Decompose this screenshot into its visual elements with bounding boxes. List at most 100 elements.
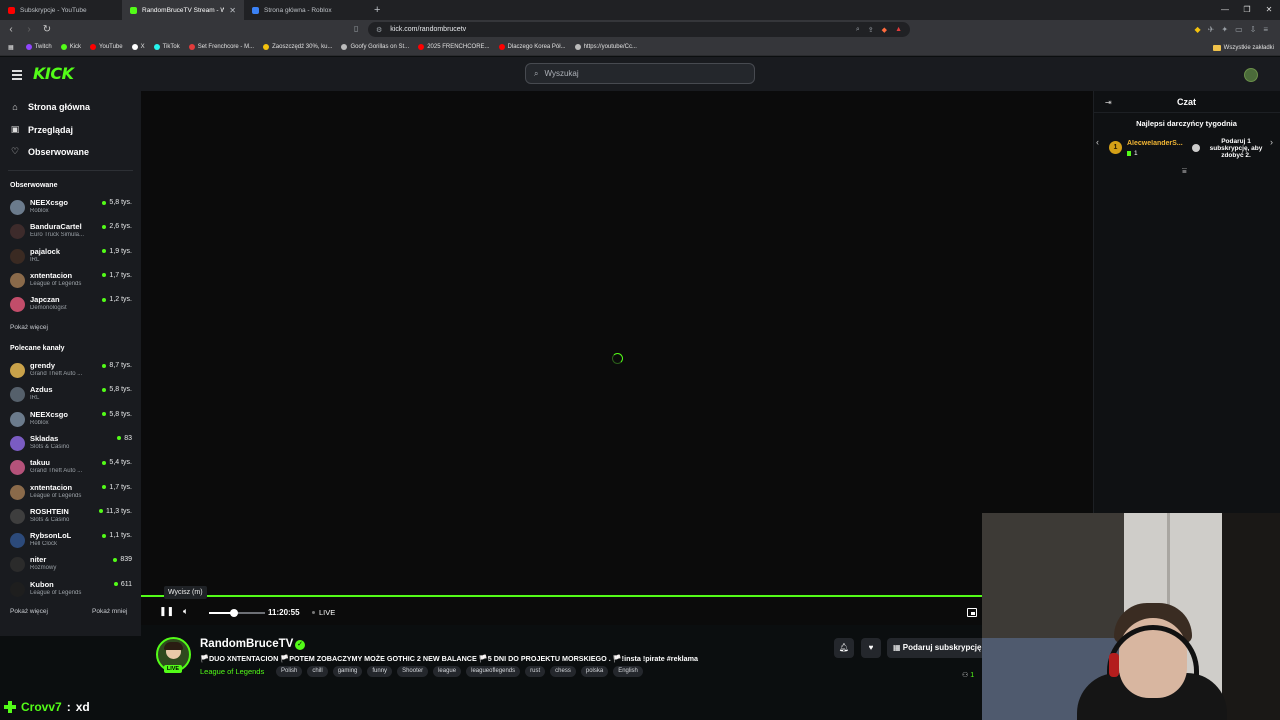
- sidebar-channel-item[interactable]: NEEXcsgo Roblox 5,8 tys.: [10, 197, 132, 219]
- tag-chip[interactable]: chess: [550, 666, 576, 677]
- follow-button[interactable]: ♥: [861, 638, 881, 658]
- share-icon[interactable]: ⇪: [868, 26, 874, 34]
- puzzle-icon[interactable]: ✦: [1221, 25, 1228, 34]
- bookmark-item[interactable]: https://youtube/Cc...: [574, 44, 637, 50]
- bookmark-item[interactable]: Dlaczego Korea Pół...: [498, 44, 566, 50]
- bookmark-icon[interactable]: ▯: [354, 24, 358, 33]
- tag-chip[interactable]: polska: [580, 666, 609, 677]
- minimize-icon[interactable]: —: [1214, 0, 1236, 20]
- maximize-icon[interactable]: ❐: [1236, 0, 1258, 20]
- bookmark-item[interactable]: Set Frenchcore - M...: [188, 44, 254, 50]
- download-icon[interactable]: ⇩: [1250, 25, 1257, 34]
- sidebar-channel-item[interactable]: pajalock IRL 1,9 tys.: [10, 246, 132, 268]
- sidebar-channel-item[interactable]: takuu Grand Theft Auto ... 5,4 tys.: [10, 457, 132, 479]
- twitch-icon: [25, 44, 32, 50]
- chat-filter-icon[interactable]: ⩸: [1182, 166, 1187, 176]
- sidepanel-icon[interactable]: ▭: [1235, 25, 1243, 34]
- tag-chip[interactable]: Polish: [276, 666, 303, 677]
- volume-icon[interactable]: 🔈︎: [183, 606, 188, 617]
- channel-avatar: [10, 533, 25, 549]
- rewards-icon[interactable]: ▲: [895, 26, 902, 33]
- notifications-bell-button[interactable]: 🔔︎: [834, 638, 854, 658]
- menu-icon[interactable]: ≡: [1263, 25, 1268, 34]
- channel-name[interactable]: RandomBruceTV: [200, 638, 293, 650]
- sidebar-channel-item[interactable]: xntentacion League of Legends 1,7 tys.: [10, 482, 132, 504]
- bookmark-item[interactable]: X: [131, 44, 145, 50]
- sidebar-channel-item[interactable]: NEEXcsgo Roblox 5,8 tys.: [10, 409, 132, 431]
- sidebar-channel-item[interactable]: BanduraCartel Euro Truck Simula... 2,6 tys…: [10, 221, 132, 243]
- sidebar-channel-item[interactable]: grendy Grand Theft Auto ... 8,7 tys.: [10, 360, 132, 382]
- back-icon[interactable]: ‹: [4, 24, 18, 35]
- extension-icon[interactable]: ✈: [1208, 25, 1215, 34]
- live-dot-icon: [102, 387, 107, 392]
- live-indicator[interactable]: LIVE: [312, 608, 335, 617]
- tab-kick[interactable]: RandomBruceTV Stream - W ✕: [122, 0, 244, 20]
- bell-icon: 🔔︎: [838, 643, 850, 652]
- theater-mode-icon[interactable]: [967, 608, 977, 617]
- zoom-icon[interactable]: ⌕: [856, 26, 860, 34]
- channel-viewers: 1,2 tys.: [102, 296, 132, 303]
- search-input[interactable]: ⌕ Wyszukaj: [525, 63, 755, 84]
- sidebar-channel-item[interactable]: niter Rozmowy 839: [10, 554, 132, 576]
- channel-viewers: 5,8 tys.: [102, 411, 132, 418]
- all-bookmarks-button[interactable]: Wszystkie zakładki: [1212, 39, 1274, 56]
- site-info-icon[interactable]: ⚙: [376, 26, 382, 34]
- bookmark-item[interactable]: TikTok: [153, 44, 180, 50]
- tab-youtube[interactable]: Subskrypcje - YouTube: [0, 0, 122, 20]
- show-more-followed-link[interactable]: Pokaż więcej: [10, 324, 48, 331]
- channel-viewers: 1,9 tys.: [102, 248, 132, 255]
- chevron-left-icon[interactable]: ‹: [1096, 137, 1099, 147]
- brave-shield-icon[interactable]: ◆: [882, 26, 887, 34]
- sidebar-item-following[interactable]: ♡ Obserwowane: [10, 146, 89, 157]
- sidebar-channel-item[interactable]: Japczan Demonologist 1,2 tys.: [10, 294, 132, 316]
- kick-logo[interactable]: KICK: [33, 64, 74, 83]
- sidebar-channel-item[interactable]: ROSHTEIN Slots & Casino 11,3 tys.: [10, 506, 132, 528]
- forward-icon[interactable]: ›: [22, 24, 36, 35]
- bookmark-item[interactable]: 2025 FRENCHCORE...: [418, 44, 490, 50]
- bookmark-item[interactable]: Zaoszczędź 30%, ku...: [263, 44, 332, 50]
- sidebar-item-home[interactable]: ⌂ Strona główna: [10, 102, 90, 112]
- reload-icon[interactable]: ↻: [40, 24, 54, 35]
- vpn-icon[interactable]: ◆: [1195, 25, 1201, 34]
- sidebar-channel-item[interactable]: Kubon League of Legends 611: [10, 579, 132, 601]
- bookmark-item[interactable]: Twitch: [25, 44, 52, 50]
- show-more-recommended-link[interactable]: Pokaż więcej: [10, 608, 48, 615]
- bookmarks-bar: ▦ Twitch Kick YouTube X TikTok Set Frenc…: [0, 39, 1280, 56]
- close-window-icon[interactable]: ✕: [1258, 0, 1280, 20]
- bookmark-item[interactable]: YouTube: [90, 44, 123, 50]
- sidebar-channel-item[interactable]: xntentacion League of Legends 1,7 tys.: [10, 270, 132, 292]
- gift-sub-cta[interactable]: Podaruj 1 subskrypcję, aby zdobyć 2.: [1192, 138, 1270, 159]
- user-avatar[interactable]: [1244, 68, 1258, 82]
- menu-icon[interactable]: [12, 70, 22, 82]
- tag-chip[interactable]: Shooter: [397, 666, 429, 677]
- sidebar-channel-item[interactable]: RybsonLoL Hell Clock 1,1 tys.: [10, 530, 132, 552]
- close-tab-icon[interactable]: ✕: [229, 6, 236, 15]
- search-placeholder: Wyszukaj: [544, 69, 579, 78]
- gift-sub-button[interactable]: ▦ Podaruj subskrypcję: [887, 638, 987, 658]
- address-bar[interactable]: ⚙ kick.com/randombrucetv ⌕ ⇪ ◆ ▲: [368, 22, 910, 37]
- volume-knob[interactable]: [230, 609, 238, 617]
- show-less-link[interactable]: Pokaż mniej: [92, 608, 127, 615]
- tab-roblox[interactable]: Strona główna - Roblox: [244, 0, 366, 20]
- bookmark-item[interactable]: Goofy Gorillas on St...: [341, 44, 409, 50]
- tag-chip[interactable]: leagueoflegends: [466, 666, 521, 677]
- apps-icon[interactable]: ▦: [8, 44, 14, 51]
- sidebar-item-browse[interactable]: ▣ Przeglądaj: [10, 124, 73, 135]
- tag-chip[interactable]: English: [613, 666, 643, 677]
- tag-chip[interactable]: funny: [367, 666, 393, 677]
- tag-list: Polish chill gaming funny Shooter league leagu…: [276, 666, 643, 677]
- tag-chip[interactable]: chill: [307, 666, 328, 677]
- pause-button[interactable]: ❚❚: [159, 606, 174, 617]
- gifter-name[interactable]: AlecwelanderS...: [1127, 140, 1187, 147]
- new-tab-button[interactable]: +: [366, 4, 388, 16]
- sidebar-channel-item[interactable]: Skladas Slots & Casino 83: [10, 433, 132, 455]
- bookmark-item[interactable]: Kick: [60, 44, 81, 50]
- sidebar-channel-item[interactable]: Azdus IRL 5,8 tys.: [10, 384, 132, 406]
- live-progress-bar[interactable]: [141, 595, 982, 597]
- chevron-right-icon[interactable]: ›: [1270, 137, 1273, 147]
- category-link[interactable]: League of Legends: [200, 667, 264, 676]
- live-dot-icon: [102, 533, 107, 538]
- tag-chip[interactable]: gaming: [332, 666, 363, 677]
- tag-chip[interactable]: league: [433, 666, 462, 677]
- tag-chip[interactable]: rust: [525, 666, 546, 677]
